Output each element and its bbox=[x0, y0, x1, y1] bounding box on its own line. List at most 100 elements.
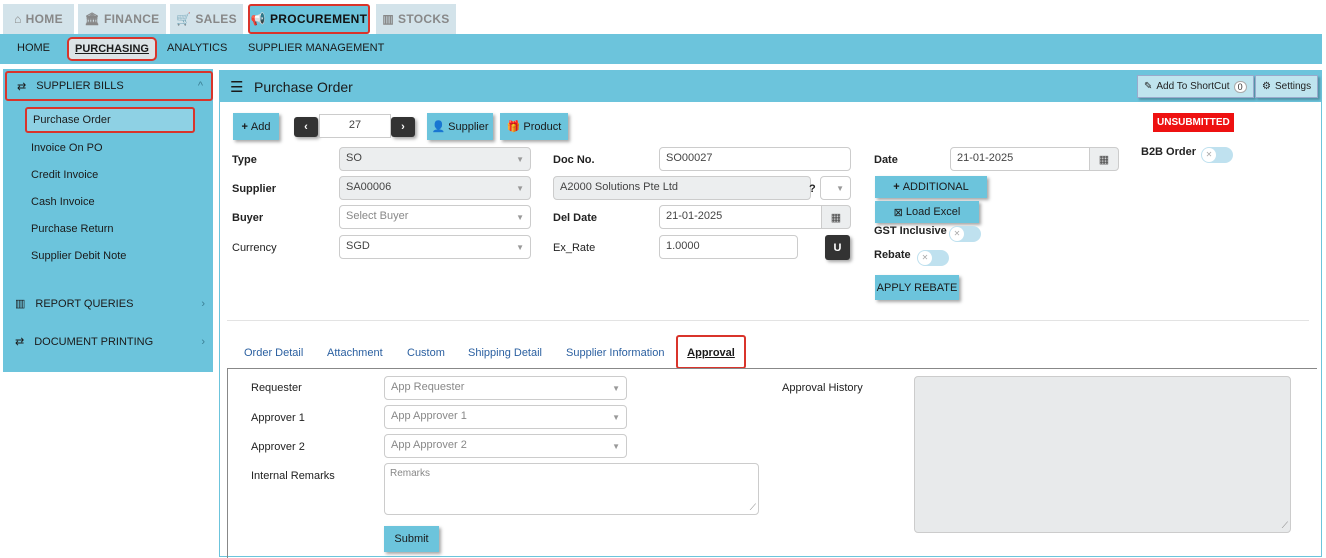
subnav-supplier-management[interactable]: SUPPLIER MANAGEMENT bbox=[248, 42, 384, 54]
caret-down-icon: ▼ bbox=[836, 184, 844, 193]
caret-down-icon: ▼ bbox=[612, 413, 620, 422]
main-panel: ☰ Purchase Order ✎ Add To ShortCut 0 ⚙ S… bbox=[219, 70, 1322, 558]
approver2-label: Approver 2 bbox=[251, 441, 305, 453]
buyer-placeholder: Select Buyer bbox=[346, 210, 409, 222]
approval-history-label: Approval History bbox=[782, 382, 863, 394]
b2b-order-toggle[interactable]: ✕ bbox=[1201, 147, 1233, 163]
approval-history-textarea[interactable]: ⟋ bbox=[914, 376, 1291, 533]
supplier-extra-select[interactable]: ▼ bbox=[820, 176, 851, 200]
transfer-icon: ⇄ bbox=[17, 80, 27, 93]
excel-icon: ⊠ bbox=[893, 206, 903, 219]
docno-input[interactable]: SO00027 bbox=[659, 147, 851, 171]
approver2-placeholder: App Approver 2 bbox=[391, 439, 467, 451]
chevron-left-icon: ‹ bbox=[304, 121, 308, 133]
sidebar-item-cash-invoice[interactable]: Cash Invoice bbox=[31, 196, 95, 208]
tab-supplier-information[interactable]: Supplier Information bbox=[566, 347, 664, 359]
currency-value: SGD bbox=[346, 240, 370, 252]
resize-handle-icon[interactable]: ⟋ bbox=[1282, 520, 1288, 531]
user-icon: 👤 bbox=[431, 121, 446, 133]
shortcut-label: Add To ShortCut bbox=[1156, 81, 1230, 92]
sub-navigation: HOME PURCHASING ANALYTICS SUPPLIER MANAG… bbox=[0, 34, 1322, 64]
supplier-select[interactable]: SA00006 ▼ bbox=[339, 176, 531, 200]
sidebar-section-report-queries[interactable]: ▥ REPORT QUERIES › bbox=[15, 297, 205, 311]
type-value: SO bbox=[346, 152, 362, 164]
close-icon: ✕ bbox=[918, 251, 932, 265]
sidebar-item-purchase-order[interactable]: Purchase Order bbox=[25, 107, 195, 133]
settings-button[interactable]: ⚙ Settings bbox=[1255, 75, 1319, 98]
b2b-order-label: B2B Order bbox=[1141, 146, 1197, 158]
transfer-icon: ⇄ bbox=[15, 336, 25, 348]
requester-label: Requester bbox=[251, 382, 302, 394]
sidebar-item-purchase-return[interactable]: Purchase Return bbox=[31, 223, 114, 235]
buyer-label: Buyer bbox=[232, 212, 264, 224]
record-number-input[interactable]: 27 bbox=[319, 114, 391, 138]
subnav-purchasing[interactable]: PURCHASING bbox=[67, 37, 157, 61]
rebate-label: Rebate bbox=[874, 249, 911, 261]
currency-label: Currency bbox=[232, 242, 277, 254]
plus-icon: + bbox=[893, 181, 900, 193]
date-input[interactable]: 21-01-2025 bbox=[950, 147, 1090, 171]
gst-inclusive-toggle[interactable]: ✕ bbox=[949, 226, 981, 242]
chevron-up-icon: ^ bbox=[197, 80, 203, 92]
tab-content-border bbox=[227, 368, 228, 558]
deldate-input[interactable]: 21-01-2025 bbox=[659, 205, 822, 229]
close-icon: ✕ bbox=[1202, 148, 1216, 162]
buyer-select[interactable]: Select Buyer ▼ bbox=[339, 205, 531, 229]
subnav-analytics[interactable]: ANALYTICS bbox=[167, 42, 227, 54]
tab-shipping-detail[interactable]: Shipping Detail bbox=[468, 347, 542, 359]
rebate-toggle[interactable]: ✕ bbox=[917, 250, 949, 266]
gift-icon: 🎁 bbox=[506, 121, 521, 133]
tab-attachment[interactable]: Attachment bbox=[327, 347, 383, 359]
internal-remarks-textarea[interactable]: Remarks ⟋ bbox=[384, 463, 759, 515]
tab-finance[interactable]: 🏛 FINANCE bbox=[78, 4, 166, 34]
add-button[interactable]: + Add bbox=[233, 113, 279, 140]
additional-label: ADDITIONAL bbox=[902, 181, 969, 193]
settings-label: Settings bbox=[1274, 81, 1312, 92]
calendar-icon[interactable]: ▦ bbox=[821, 205, 851, 229]
tab-stocks-label: STOCKS bbox=[398, 12, 450, 26]
supplier-button-label: Supplier bbox=[448, 120, 489, 133]
u-button[interactable]: U bbox=[825, 235, 850, 260]
sidebar-section-supplier-bills[interactable]: ⇄ SUPPLIER BILLS ^ bbox=[5, 71, 213, 101]
tab-home[interactable]: ⌂ HOME bbox=[3, 4, 74, 34]
previous-record-button[interactable]: ‹ bbox=[294, 117, 318, 137]
cart-icon: 🛒 bbox=[176, 12, 192, 26]
tab-order-detail[interactable]: Order Detail bbox=[244, 347, 303, 359]
approver1-select[interactable]: App Approver 1 ▼ bbox=[384, 405, 627, 429]
resize-handle-icon[interactable]: ⟋ bbox=[750, 502, 756, 513]
sidebar-section-document-printing[interactable]: ⇄ DOCUMENT PRINTING › bbox=[15, 335, 205, 349]
add-to-shortcut-button[interactable]: ✎ Add To ShortCut 0 bbox=[1137, 75, 1254, 98]
exrate-input[interactable]: 1.0000 bbox=[659, 235, 798, 259]
chevron-right-icon: › bbox=[201, 297, 205, 310]
calendar-icon[interactable]: ▦ bbox=[1089, 147, 1119, 171]
sidebar-item-invoice-on-po[interactable]: Invoice On PO bbox=[31, 142, 103, 154]
product-button[interactable]: 🎁 Product bbox=[500, 113, 568, 140]
menu-icon[interactable]: ☰ bbox=[230, 78, 243, 96]
tab-finance-label: FINANCE bbox=[104, 12, 160, 26]
tab-stocks[interactable]: ▥ STOCKS bbox=[376, 4, 456, 34]
chevron-right-icon: › bbox=[201, 335, 205, 348]
additional-button[interactable]: + ADDITIONAL bbox=[875, 176, 987, 198]
megaphone-icon: 📢 bbox=[250, 12, 266, 26]
subnav-home[interactable]: HOME bbox=[17, 42, 50, 54]
tab-custom[interactable]: Custom bbox=[407, 347, 445, 359]
approver2-select[interactable]: App Approver 2 ▼ bbox=[384, 434, 627, 458]
submit-button[interactable]: Submit bbox=[384, 526, 439, 552]
type-select[interactable]: SO ▼ bbox=[339, 147, 531, 171]
sidebar-section-label: DOCUMENT PRINTING bbox=[34, 335, 154, 348]
tab-approval[interactable]: Approval bbox=[676, 335, 746, 369]
load-excel-button[interactable]: ⊠ Load Excel bbox=[875, 201, 979, 223]
supplier-button[interactable]: 👤 Supplier bbox=[427, 113, 493, 140]
currency-select[interactable]: SGD ▼ bbox=[339, 235, 531, 259]
apply-rebate-button[interactable]: APPLY REBATE bbox=[875, 275, 959, 300]
tab-baseline bbox=[227, 368, 1317, 369]
tab-procurement[interactable]: 📢 PROCUREMENT bbox=[248, 4, 370, 34]
tab-sales-label: SALES bbox=[195, 12, 237, 26]
tab-sales[interactable]: 🛒 SALES bbox=[170, 4, 243, 34]
sidebar-item-credit-invoice[interactable]: Credit Invoice bbox=[31, 169, 98, 181]
next-record-button[interactable]: › bbox=[391, 117, 415, 137]
bank-icon: 🏛 bbox=[84, 12, 101, 26]
caret-down-icon: ▼ bbox=[612, 442, 620, 451]
sidebar-item-supplier-debit-note[interactable]: Supplier Debit Note bbox=[31, 250, 126, 262]
requester-select[interactable]: App Requester ▼ bbox=[384, 376, 627, 400]
